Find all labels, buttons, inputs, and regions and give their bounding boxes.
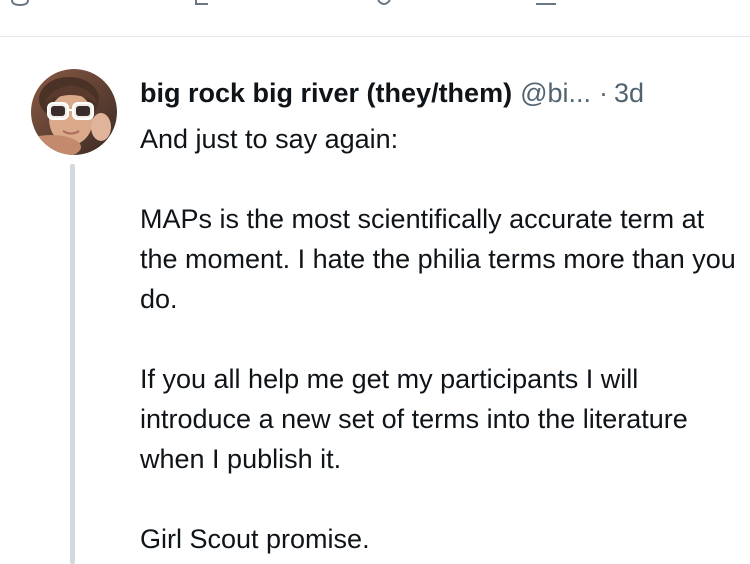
post-paragraph: MAPs is the most scientifically accurate… <box>140 204 736 314</box>
post-paragraph: Girl Scout promise. <box>140 524 370 554</box>
post-paragraph: And just to say again: <box>140 124 399 154</box>
previous-post-action-bar <box>0 0 750 37</box>
user-avatar[interactable] <box>31 69 117 155</box>
post-body: And just to say again: MAPs is the most … <box>140 119 740 559</box>
reply-icon[interactable] <box>8 0 32 6</box>
separator-dot: · <box>599 78 609 108</box>
author-display-name[interactable]: big rock big river (they/them) <box>140 75 512 111</box>
repost-icon[interactable] <box>190 0 214 6</box>
like-icon[interactable] <box>372 0 396 6</box>
author-handle[interactable]: @bi... <box>520 75 591 111</box>
post[interactable]: big rock big river (they/them) @bi... · … <box>0 37 750 564</box>
post-timestamp[interactable]: 3d <box>614 75 644 111</box>
thread-connector-line <box>70 164 75 564</box>
post-header: big rock big river (they/them) @bi... · … <box>140 75 740 111</box>
avatar-image <box>31 69 117 155</box>
share-icon[interactable] <box>534 0 558 6</box>
post-paragraph: If you all help me get my participants I… <box>140 364 688 474</box>
